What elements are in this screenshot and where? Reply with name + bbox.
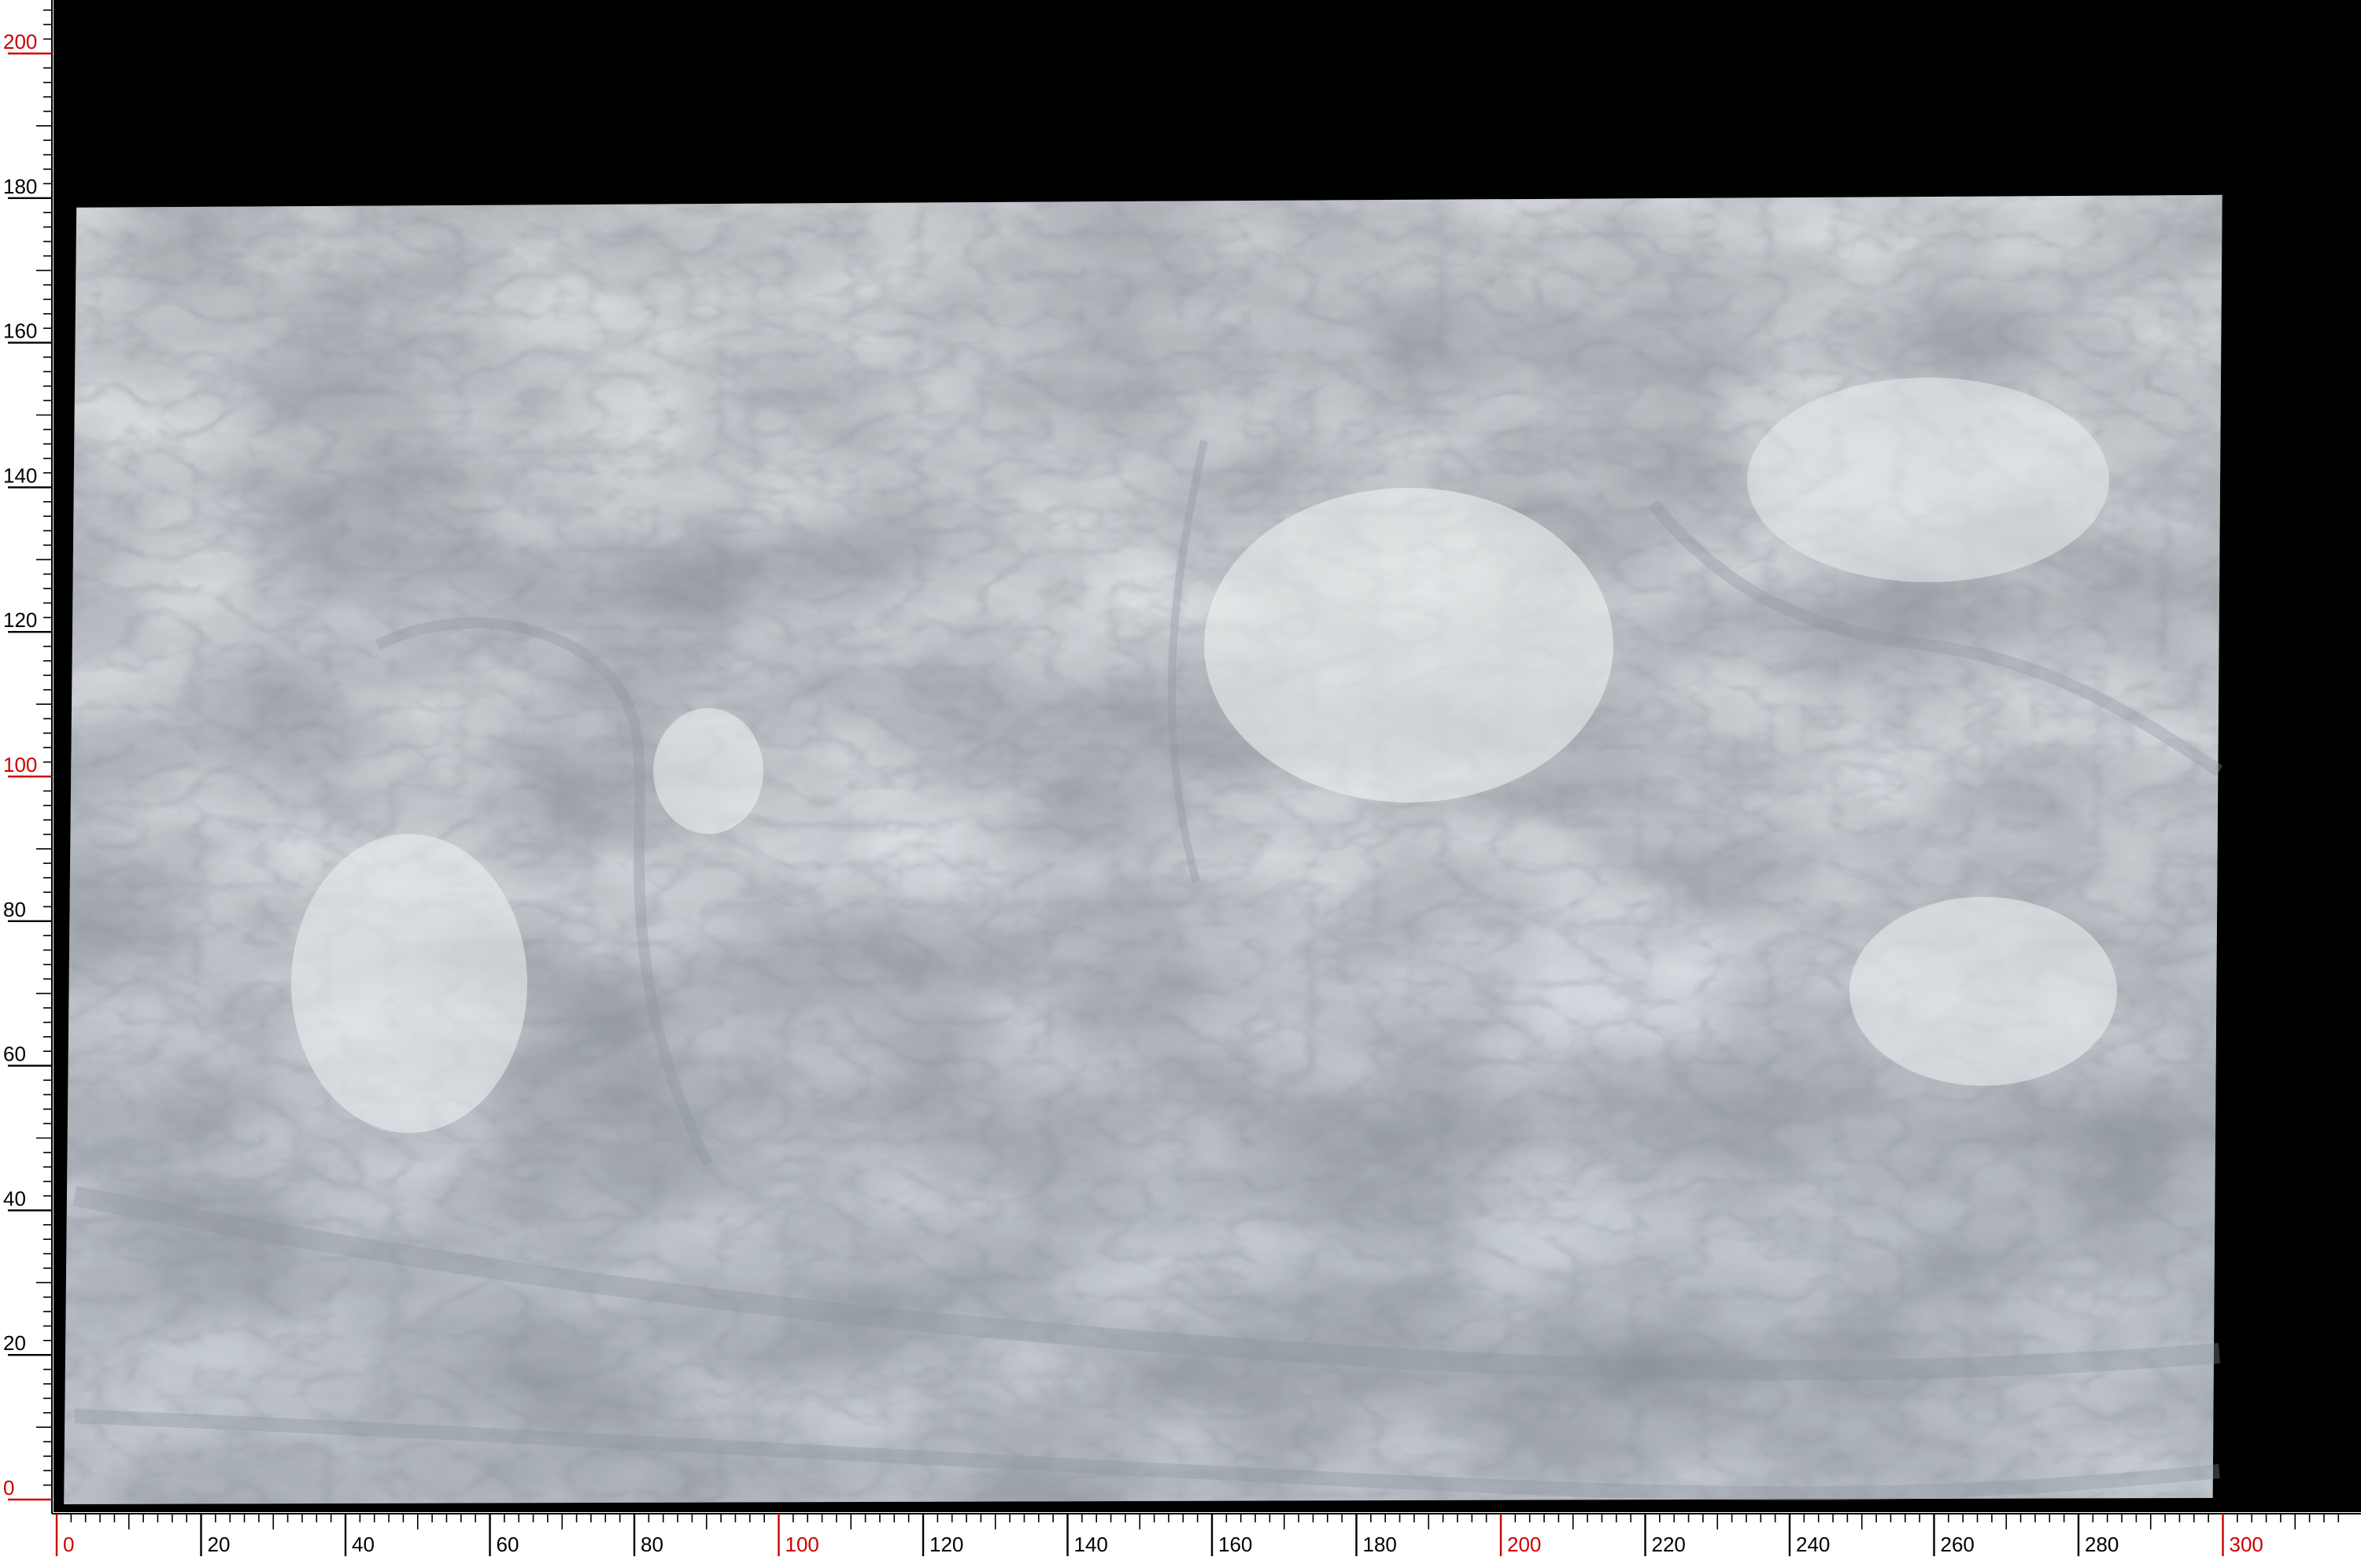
y-tick-label: 0 [3, 1476, 14, 1500]
white-patch [1849, 897, 2117, 1086]
x-tick-label: 40 [352, 1533, 375, 1556]
x-tick-label: 80 [641, 1533, 663, 1556]
x-tick-label: 180 [1363, 1533, 1397, 1556]
y-tick-label: 60 [3, 1042, 26, 1066]
white-patch [1204, 488, 1613, 802]
y-tick-label: 200 [3, 30, 37, 53]
x-tick-label: 140 [1074, 1533, 1108, 1556]
y-tick-label: 80 [3, 898, 26, 921]
y-tick-label: 120 [3, 608, 37, 632]
x-tick-label: 100 [785, 1533, 819, 1556]
y-tick-label: 100 [3, 753, 37, 777]
y-tick-label: 140 [3, 463, 37, 487]
y-tick-label: 180 [3, 175, 37, 198]
white-patch [291, 834, 527, 1133]
white-patch [1747, 378, 2109, 582]
x-tick-label: 240 [1796, 1533, 1830, 1556]
x-tick-label: 160 [1218, 1533, 1252, 1556]
y-tick-label: 40 [3, 1186, 26, 1210]
x-tick-label: 300 [2230, 1533, 2263, 1556]
slab-photo-scene: 0 20 40 60 80 100 120 140 160 180 200 220 240 260 280 3… [0, 0, 2361, 1568]
x-tick-label: 60 [497, 1533, 519, 1556]
x-tick-label: 280 [2085, 1533, 2119, 1556]
x-tick-label: 0 [63, 1533, 74, 1556]
y-tick-label: 160 [3, 319, 37, 343]
x-tick-label: 220 [1652, 1533, 1686, 1556]
y-tick-label: 20 [3, 1331, 26, 1355]
x-tick-label: 20 [208, 1533, 231, 1556]
x-tick-label: 120 [929, 1533, 963, 1556]
white-patch [653, 708, 763, 834]
marble-slab [64, 194, 2223, 1504]
x-tick-label: 260 [1941, 1533, 1975, 1556]
x-tick-label: 200 [1507, 1533, 1541, 1556]
